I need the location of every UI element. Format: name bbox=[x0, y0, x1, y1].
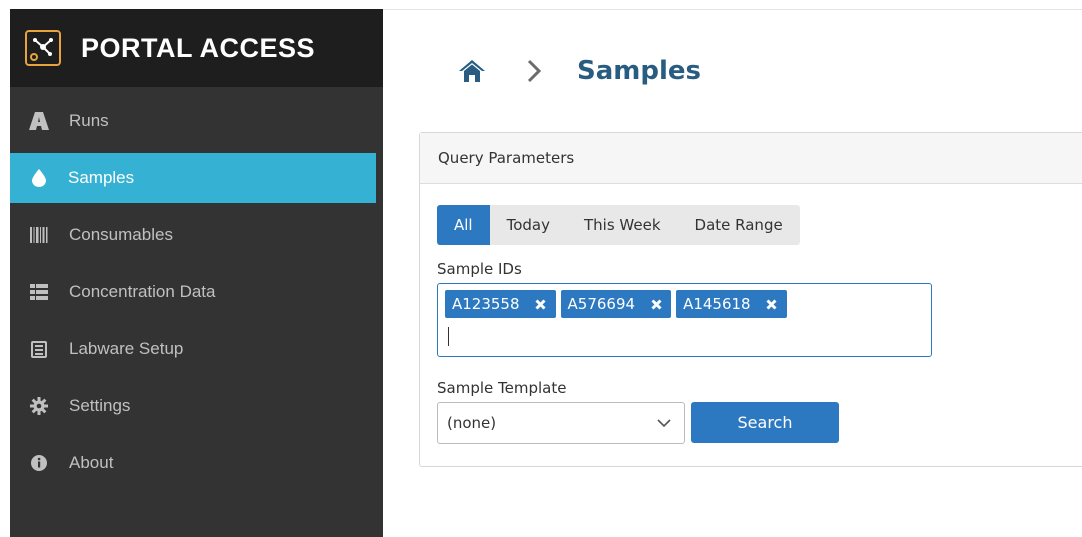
table-icon bbox=[28, 281, 50, 303]
sample-id-text: A145618 bbox=[683, 295, 751, 313]
remove-tag-icon[interactable] bbox=[649, 297, 663, 311]
sample-template-value: (none) bbox=[447, 414, 497, 432]
gear-icon bbox=[28, 395, 50, 417]
panel-title: Query Parameters bbox=[420, 133, 1082, 184]
sidebar-item-consumables[interactable]: Consumables bbox=[10, 210, 383, 260]
chevron-down-icon bbox=[656, 416, 672, 430]
sidebar-item-label: Consumables bbox=[69, 225, 173, 244]
info-icon bbox=[28, 452, 50, 474]
runs-icon bbox=[28, 110, 50, 132]
sidebar: PORTAL ACCESS Runs Samples Consumables C… bbox=[10, 9, 383, 537]
portal-logo-icon bbox=[25, 30, 61, 66]
sidebar-item-concentration-data[interactable]: Concentration Data bbox=[10, 267, 383, 317]
header-divider bbox=[383, 9, 1082, 10]
sidebar-item-runs[interactable]: Runs bbox=[10, 96, 383, 146]
page-title: Samples bbox=[577, 56, 701, 86]
filter-all-button[interactable]: All bbox=[437, 205, 490, 245]
chevron-right-icon bbox=[525, 56, 543, 86]
sample-ids-input[interactable]: A123558 A576694 A145618 bbox=[437, 283, 932, 357]
sample-ids-label: Sample IDs bbox=[437, 260, 522, 278]
sidebar-item-about[interactable]: About bbox=[10, 438, 383, 488]
sidebar-item-label: About bbox=[69, 453, 114, 472]
sample-template-label: Sample Template bbox=[437, 379, 567, 397]
filter-this-week-button[interactable]: This Week bbox=[567, 205, 678, 245]
text-cursor bbox=[448, 327, 449, 346]
sample-id-tag: A123558 bbox=[445, 290, 556, 318]
remove-tag-icon[interactable] bbox=[534, 297, 548, 311]
sample-id-tag: A145618 bbox=[676, 290, 787, 318]
sidebar-item-label: Samples bbox=[68, 168, 135, 187]
sidebar-item-label: Runs bbox=[69, 111, 109, 130]
document-icon bbox=[28, 338, 50, 360]
filter-today-button[interactable]: Today bbox=[490, 205, 567, 245]
sample-id-text: A576694 bbox=[567, 295, 636, 313]
sample-id-tags: A123558 A576694 A145618 bbox=[445, 290, 792, 318]
sidebar-item-settings[interactable]: Settings bbox=[10, 381, 383, 431]
barcode-icon bbox=[28, 224, 50, 246]
home-icon[interactable] bbox=[457, 56, 487, 86]
sample-template-select[interactable]: (none) bbox=[437, 402, 685, 444]
sample-id-text: A123558 bbox=[452, 295, 520, 313]
sidebar-item-samples[interactable]: Samples bbox=[10, 153, 376, 203]
sidebar-item-label: Labware Setup bbox=[69, 339, 184, 358]
brand-header: PORTAL ACCESS bbox=[10, 9, 383, 87]
search-button[interactable]: Search bbox=[691, 402, 839, 443]
filter-date-range-button[interactable]: Date Range bbox=[678, 205, 800, 245]
date-filter-group: All Today This Week Date Range bbox=[437, 205, 800, 245]
app-title: PORTAL ACCESS bbox=[81, 32, 316, 63]
sidebar-item-labware-setup[interactable]: Labware Setup bbox=[10, 324, 383, 374]
droplet-icon bbox=[28, 167, 50, 189]
query-parameters-panel: Query Parameters All Today This Week Dat… bbox=[419, 132, 1082, 467]
remove-tag-icon[interactable] bbox=[765, 297, 779, 311]
sample-id-tag: A576694 bbox=[560, 290, 672, 318]
breadcrumb: Samples bbox=[457, 51, 701, 91]
sidebar-item-label: Concentration Data bbox=[69, 282, 216, 301]
sidebar-item-label: Settings bbox=[69, 396, 131, 415]
